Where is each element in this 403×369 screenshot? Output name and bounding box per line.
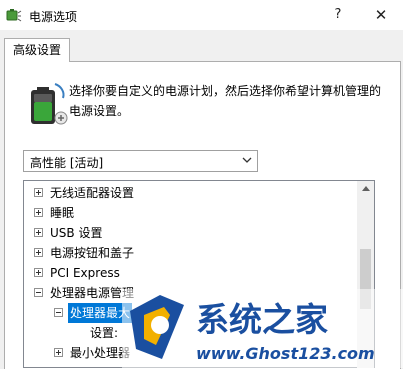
tree-item-pci-express[interactable]: PCI Express — [24, 263, 358, 283]
tab-advanced-settings[interactable]: 高级设置 — [4, 38, 70, 62]
expand-icon[interactable] — [34, 208, 43, 217]
tree-item-label: 最小处理器 — [70, 346, 131, 360]
watermark-url: www.Ghost123.com — [196, 344, 375, 363]
tree-item-label: USB 设置 — [50, 226, 103, 240]
collapse-icon[interactable] — [54, 308, 63, 317]
tree-item-sleep[interactable]: 睡眠 — [24, 203, 358, 223]
tree-item-label: PCI Express — [50, 266, 120, 280]
expand-icon[interactable] — [34, 268, 43, 277]
power-plan-select[interactable]: 高性能 [活动] — [23, 150, 258, 172]
power-options-icon — [6, 9, 22, 22]
collapse-icon[interactable] — [34, 288, 43, 297]
window-title: 电源选项 — [29, 10, 78, 24]
watermark-brand: 系统之家 — [196, 300, 328, 339]
chevron-down-icon — [242, 157, 252, 163]
tree-item-wireless-adapter[interactable]: 无线适配器设置 — [24, 183, 358, 203]
description-text: 选择你要自定义的电源计划，然后选择你希望计算机管理的电源设置。 — [69, 84, 382, 118]
tree-item-usb[interactable]: USB 设置 — [24, 223, 358, 243]
close-button[interactable]: ✕ — [362, 0, 400, 30]
battery-power-icon — [31, 83, 68, 125]
title-bar: 电源选项 ? ✕ — [0, 0, 403, 30]
tree-item-label: 睡眠 — [50, 206, 75, 220]
tree-item-label: 电源按钮和盖子 — [50, 246, 135, 260]
expand-icon[interactable] — [34, 228, 43, 237]
help-button[interactable]: ? — [322, 0, 354, 30]
expand-icon[interactable] — [54, 348, 63, 357]
power-plan-value: 高性能 [活动] — [30, 156, 104, 170]
expand-icon[interactable] — [34, 248, 43, 257]
tree-item-power-buttons-lid[interactable]: 电源按钮和盖子 — [24, 243, 358, 263]
expand-icon[interactable] — [34, 188, 43, 197]
tree-item-label: 设置: — [90, 326, 119, 340]
watermark-logo: 系统之家 www.Ghost123.com — [122, 289, 403, 368]
scroll-up-icon[interactable] — [362, 186, 370, 191]
tree-item-label: 无线适配器设置 — [50, 186, 135, 200]
